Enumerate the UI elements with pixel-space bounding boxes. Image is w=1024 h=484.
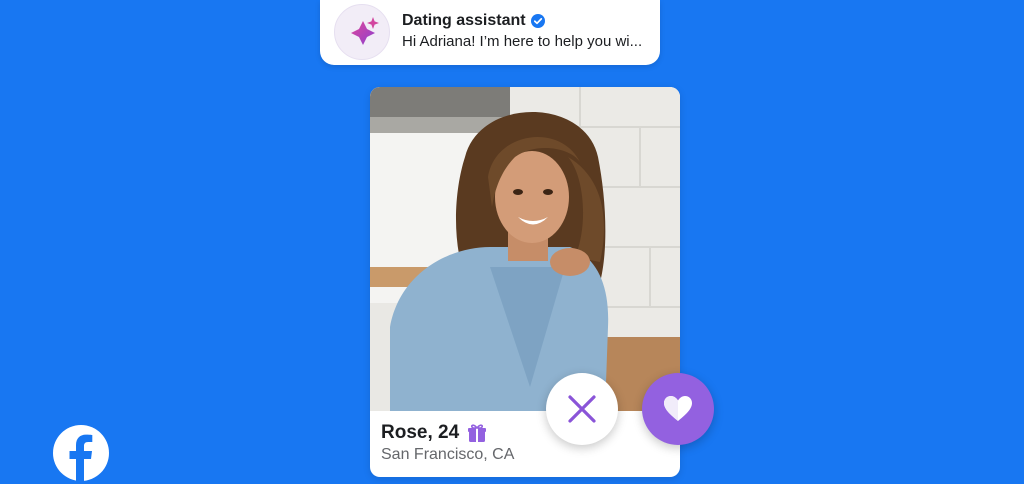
notification-title: Dating assistant xyxy=(402,12,526,29)
dating-assistant-notification[interactable]: Dating assistant Hi Adriana! I’m here to… xyxy=(320,0,660,65)
profile-photo xyxy=(370,87,680,411)
heart-icon xyxy=(664,396,692,421)
assistant-avatar xyxy=(334,4,390,60)
gift-icon xyxy=(468,424,487,442)
pass-button[interactable] xyxy=(546,373,618,445)
close-icon xyxy=(568,395,596,423)
facebook-logo-icon xyxy=(53,425,109,481)
profile-location: San Francisco, CA xyxy=(381,446,515,463)
profile-name-age: Rose, 24 xyxy=(381,422,460,443)
profile-card[interactable]: Rose, 24 San Francisco, CA xyxy=(370,87,680,477)
like-button[interactable] xyxy=(642,373,714,445)
notification-message: Hi Adriana! I’m here to help you wi... xyxy=(402,33,643,50)
sparkle-icon xyxy=(351,17,379,45)
verified-badge-icon xyxy=(530,14,545,28)
